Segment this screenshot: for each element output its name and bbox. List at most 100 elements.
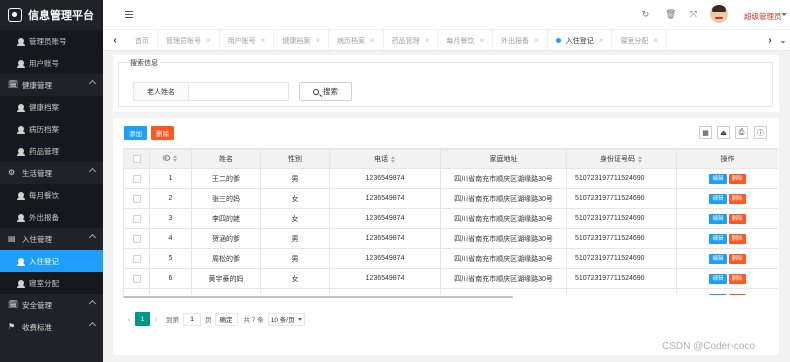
sidebar-item-medical-record[interactable]: 病历档案: [0, 118, 103, 140]
sidebar-group-life[interactable]: ⚙ 生活管理: [0, 162, 103, 184]
row-checkbox[interactable]: [123, 248, 150, 269]
delete-button[interactable]: 删除: [728, 173, 746, 184]
sidebar-group-safety[interactable]: 🗓 安全管理: [0, 294, 103, 316]
delete-button[interactable]: 删除: [728, 233, 746, 244]
chevron-down-icon[interactable]: [781, 13, 787, 16]
prev-page-icon[interactable]: ‹: [123, 312, 135, 326]
table-row[interactable]: 7雷洁的妈女1236549874四川省南充市顺庆区湖缘路30号510723197…: [123, 288, 778, 295]
sidebar-item-health-record[interactable]: 健康档案: [0, 96, 103, 118]
edit-button[interactable]: 编辑: [709, 253, 727, 264]
delete-button[interactable]: 删除: [728, 253, 746, 264]
row-checkbox[interactable]: [123, 288, 150, 295]
column-header-id[interactable]: ID: [149, 149, 192, 169]
delete-button[interactable]: 删除: [728, 193, 746, 204]
trash-icon[interactable]: 🗑: [665, 10, 676, 19]
select-all-checkbox[interactable]: [123, 149, 150, 169]
goto-page-input[interactable]: [183, 312, 201, 326]
tab-8[interactable]: 入住登记 ×: [548, 30, 613, 51]
sidebar-item-checkin-register[interactable]: 入住登记: [0, 250, 103, 272]
close-icon[interactable]: ×: [206, 36, 211, 45]
export-icon[interactable]: ⏏: [717, 126, 730, 139]
cell-name: 周松的爹: [191, 248, 261, 269]
sort-icon[interactable]: [638, 155, 643, 163]
fullscreen-icon[interactable]: ⤧: [689, 10, 698, 19]
sidebar-group-fees[interactable]: ⚑ 收费标准: [0, 316, 103, 338]
avatar[interactable]: [710, 5, 728, 23]
tab-2[interactable]: 用户账号 ×: [220, 30, 275, 51]
app-logo[interactable]: 信息管理平台: [0, 0, 103, 30]
close-icon[interactable]: ×: [261, 36, 266, 45]
tab-3[interactable]: 健康档案 ×: [274, 30, 330, 51]
column-header-idcard[interactable]: 身份证号码: [566, 149, 677, 169]
sidebar-item-medicine[interactable]: 药品管理: [0, 140, 103, 162]
menu-toggle-icon[interactable]: [125, 11, 133, 18]
username[interactable]: 超级管理员: [744, 11, 782, 22]
cell-phone: 1236549874: [329, 208, 441, 229]
sort-icon[interactable]: [391, 155, 396, 163]
search-button[interactable]: 搜索: [299, 82, 352, 101]
tab-scroll-left-icon[interactable]: ‹: [105, 30, 125, 51]
close-icon[interactable]: ×: [370, 36, 375, 45]
columns-filter-icon[interactable]: ▦: [699, 126, 712, 139]
sidebar-group-health[interactable]: 🗓 健康管理: [0, 74, 103, 96]
row-checkbox[interactable]: [123, 208, 150, 229]
edit-button[interactable]: 编辑: [709, 213, 727, 224]
info-icon[interactable]: ⓘ: [754, 126, 767, 139]
table-row[interactable]: 3 李四的姥女 1236549874 四川省南充市顺庆区湖缘路30号 510723197…: [123, 208, 778, 229]
table-row[interactable]: 4 贺涵的爹男 1236549874 四川省南充市顺庆区湖缘路30号 510723197…: [123, 228, 778, 249]
close-icon[interactable]: ×: [315, 36, 320, 45]
tab-1[interactable]: 管理员账号 ×: [158, 30, 220, 51]
close-icon[interactable]: ×: [534, 36, 539, 45]
batch-delete-button[interactable]: 删除: [151, 126, 174, 140]
sidebar-item-monthly-meals[interactable]: 每月餐饮: [0, 184, 103, 206]
table-row[interactable]: 5 周松的爹男 1236549874 四川省南充市顺庆区湖缘路30号 510723197…: [123, 248, 778, 269]
menu-group-icon: 🗓: [8, 300, 19, 309]
row-checkbox[interactable]: [123, 188, 150, 209]
edit-button[interactable]: 编辑: [709, 293, 727, 295]
edit-button[interactable]: 编辑: [709, 233, 727, 244]
row-checkbox[interactable]: [123, 228, 150, 249]
sidebar-item-outing-report[interactable]: 外出报备: [0, 206, 103, 228]
tab-5[interactable]: 药品管理 ×: [384, 30, 439, 51]
edit-button[interactable]: 编辑: [709, 273, 727, 284]
delete-button[interactable]: 删除: [728, 273, 746, 284]
elder-name-input[interactable]: [188, 82, 289, 101]
next-page-icon[interactable]: ›: [150, 312, 162, 326]
tab-7[interactable]: 外出报备 ×: [493, 30, 548, 51]
page-current[interactable]: 1: [135, 312, 150, 326]
table-row[interactable]: 1 王二的爹男 1236549874 四川省南充市顺庆区湖缘路30号 510723197…: [123, 168, 778, 189]
table-row[interactable]: 6 黄宇豪的妈女 1236549874 四川省南充市顺庆区湖缘路30号 51072319…: [123, 268, 778, 289]
tab-label: 入住登记: [565, 37, 594, 45]
sidebar-item-room-assign[interactable]: 寝室分配: [0, 272, 103, 294]
page-size-select[interactable]: 10 条/页: [267, 312, 305, 326]
sidebar-group-checkin[interactable]: ▤ 入住管理: [0, 228, 103, 250]
table-horizontal-scrollbar[interactable]: [123, 296, 513, 298]
sidebar-item-user-account[interactable]: 用户账号: [0, 52, 103, 74]
goto-confirm-button[interactable]: 确定: [214, 312, 238, 326]
search-fieldset: 搜索信息 老人姓名 搜索: [118, 58, 773, 107]
cell-gender: 女: [260, 208, 330, 229]
close-icon[interactable]: ×: [479, 36, 484, 45]
close-icon[interactable]: ×: [425, 36, 430, 45]
sort-icon[interactable]: [173, 155, 178, 163]
delete-button[interactable]: 删除: [728, 213, 746, 224]
close-icon[interactable]: ×: [653, 36, 658, 45]
delete-button[interactable]: 删除: [728, 293, 746, 295]
tab-4[interactable]: 病历档案 ×: [329, 30, 384, 51]
cell-id: 2: [149, 188, 192, 209]
tab-0[interactable]: 首页: [127, 30, 158, 51]
edit-button[interactable]: 编辑: [709, 193, 727, 204]
tab-6[interactable]: 每月餐饮 ×: [438, 30, 494, 51]
refresh-icon[interactable]: ↻: [641, 10, 650, 19]
row-checkbox[interactable]: [123, 268, 150, 289]
edit-button[interactable]: 编辑: [709, 173, 727, 184]
sidebar-item-admin-account[interactable]: 管理员账号: [0, 30, 103, 52]
print-icon[interactable]: ⎙: [735, 126, 748, 139]
table-row[interactable]: 2 张三的妈女 1236549874 四川省南充市顺庆区湖缘路30号 510723197…: [123, 188, 778, 209]
tab-9[interactable]: 寝室分配 ×: [612, 30, 668, 51]
row-checkbox[interactable]: [123, 168, 150, 189]
close-icon[interactable]: ×: [599, 36, 604, 45]
add-button[interactable]: 添加: [124, 126, 147, 140]
tab-menu-chevron-down-icon[interactable]: ⌄: [773, 30, 790, 51]
column-header-phone[interactable]: 电话: [329, 149, 441, 169]
